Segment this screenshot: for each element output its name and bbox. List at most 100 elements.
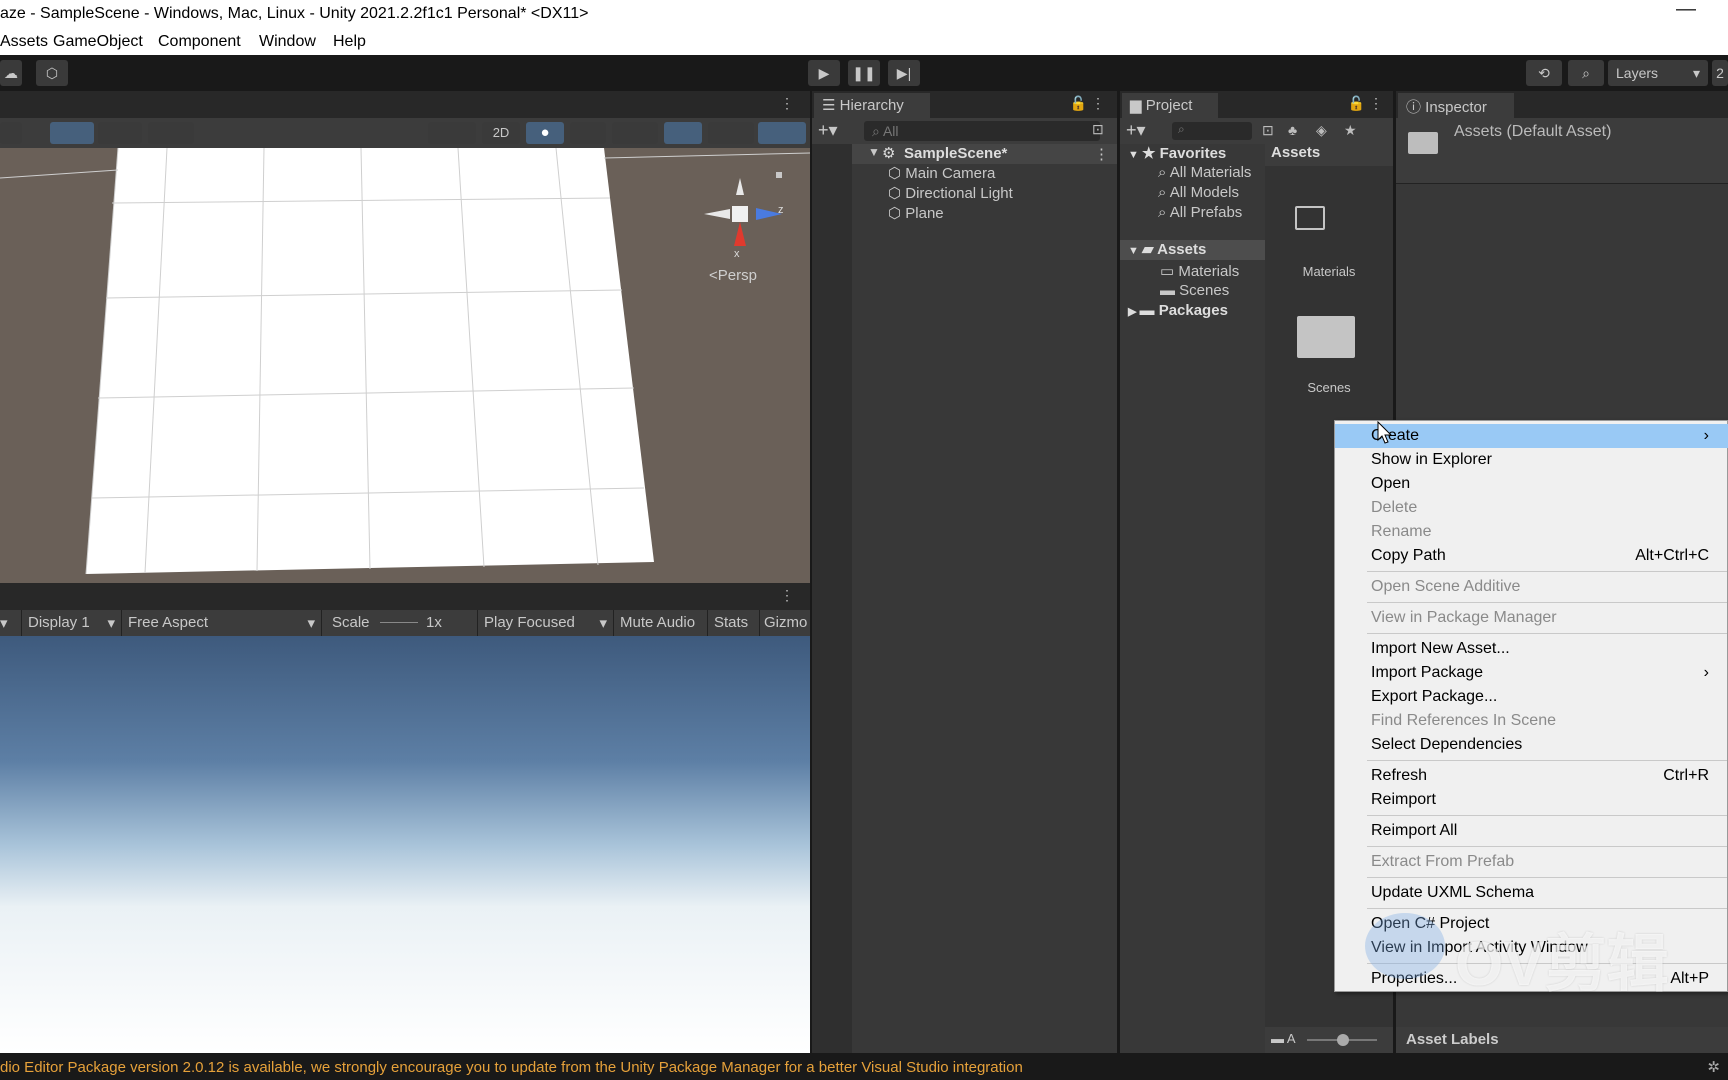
cloud-icon[interactable]: ☁ xyxy=(0,60,22,86)
menu-gameobject[interactable]: GameObject xyxy=(53,33,143,51)
mute-audio-button[interactable]: Mute Audio xyxy=(614,610,708,636)
menu-item-open-scene-additive[interactable]: Open Scene Additive xyxy=(1335,575,1728,599)
lock-icon[interactable]: 🔓 xyxy=(1070,95,1087,112)
menu-item-find-references[interactable]: Find References In Scene xyxy=(1335,709,1728,733)
search-icon[interactable]: ⌕ xyxy=(1568,60,1604,86)
packages-row[interactable]: ▶ ▬ Packages xyxy=(1128,302,1228,319)
menu-item-show-in-explorer[interactable]: Show in Explorer xyxy=(1335,448,1728,472)
menu-item-reimport[interactable]: Reimport xyxy=(1335,788,1728,812)
more-options-icon[interactable]: ⋮ xyxy=(780,587,794,604)
favorite-item[interactable]: ⌕ All Prefabs xyxy=(1158,204,1242,221)
menu-item-select-dependencies[interactable]: Select Dependencies xyxy=(1335,733,1728,757)
assets-row[interactable]: ▼ ▰ Assets xyxy=(1120,240,1265,260)
menu-item-update-uxml-schema[interactable]: Update UXML Schema xyxy=(1335,881,1728,905)
draw-mode-dropdown[interactable] xyxy=(0,122,22,144)
audio-icon[interactable] xyxy=(570,122,606,144)
gizmos-button[interactable]: Gizmo xyxy=(760,610,810,636)
search-filter-icon[interactable]: ⊡ xyxy=(1262,122,1274,139)
hierarchy-item[interactable]: ⬡ Main Camera xyxy=(888,164,995,182)
menu-item-rename[interactable]: Rename xyxy=(1335,520,1728,544)
aspect-dropdown[interactable]: Free Aspect ▾ xyxy=(122,610,322,636)
menu-item-copy-path[interactable]: Copy Path Alt+Ctrl+C xyxy=(1335,544,1728,568)
menu-item-extract-from-prefab[interactable]: Extract From Prefab xyxy=(1335,850,1728,874)
favorite-item[interactable]: ⌕ All Models xyxy=(1158,184,1239,201)
minimize-icon[interactable]: — xyxy=(1676,0,1696,21)
orientation-gizmo[interactable] xyxy=(704,172,782,246)
asset-labels-bar[interactable]: Asset Labels xyxy=(1396,1027,1728,1053)
project-search-input[interactable]: ⌕ xyxy=(1172,122,1252,140)
more-options-icon[interactable]: ⋮ xyxy=(1091,95,1105,112)
camera-icon[interactable] xyxy=(708,122,754,144)
display-dropdown[interactable]: Display 1 ▾ xyxy=(22,610,122,636)
more-options-icon[interactable]: ⋮ xyxy=(780,95,794,112)
hierarchy-search-input[interactable]: ⌕ All xyxy=(864,121,1100,141)
menu-item-delete[interactable]: Delete xyxy=(1335,496,1728,520)
star-icon[interactable]: ★ xyxy=(1344,122,1357,139)
favorite-item[interactable]: ⌕ All Materials xyxy=(1158,164,1251,181)
play-button[interactable]: ▶ xyxy=(808,60,840,86)
more-options-icon[interactable]: ⋮ xyxy=(1369,95,1383,112)
pause-button[interactable]: ❚❚ xyxy=(848,60,880,86)
folder-empty-icon[interactable] xyxy=(1295,206,1325,230)
more-options-icon[interactable]: ⋮ xyxy=(1094,145,1109,163)
menu-item-refresh[interactable]: Refresh Ctrl+R xyxy=(1335,764,1728,788)
menu-item-reimport-all[interactable]: Reimport All xyxy=(1335,819,1728,843)
game-dropdown[interactable]: ▾ xyxy=(0,610,22,636)
step-button[interactable]: ▶| xyxy=(888,60,920,86)
game-view[interactable] xyxy=(0,636,810,1053)
menu-item-shortcut: Ctrl+R xyxy=(1663,767,1709,784)
layout-dropdown[interactable]: 2 xyxy=(1712,60,1728,86)
tab-project[interactable]: ▆ Project xyxy=(1122,93,1218,118)
zoom-slider-thumb[interactable] xyxy=(1337,1034,1349,1046)
history-icon[interactable]: ⟲ xyxy=(1526,60,1562,86)
collab-icon[interactable]: ⬡ xyxy=(36,60,68,86)
hierarchy-item[interactable]: ⬡ Directional Light xyxy=(888,184,1013,202)
perspective-label[interactable]: <Persp xyxy=(709,267,757,284)
scene-row[interactable]: ▼ ⚙ SampleScene* ⋮ xyxy=(852,144,1117,164)
menu-item-open[interactable]: Open xyxy=(1335,472,1728,496)
tab-inspector[interactable]: ⓘ Inspector xyxy=(1398,93,1514,118)
menu-item-import-package[interactable]: Import Package › xyxy=(1335,661,1728,685)
label-filter-icon[interactable]: ◈ xyxy=(1316,122,1327,139)
hierarchy-item[interactable]: ⬡ Plane xyxy=(888,204,944,222)
scene-view[interactable]: z x <Persp xyxy=(0,148,810,583)
menu-item-create[interactable]: Create › xyxy=(1335,424,1728,448)
grid-item-label[interactable]: Scenes xyxy=(1265,380,1393,395)
gizmos-icon[interactable] xyxy=(758,122,806,144)
asset-breadcrumb[interactable]: Assets xyxy=(1265,140,1393,166)
grid-snap-icon[interactable] xyxy=(50,122,94,144)
lighting-icon[interactable]: ● xyxy=(526,122,564,144)
grid-item-label[interactable]: Materials xyxy=(1265,264,1393,279)
mode-2d-button[interactable]: 2D xyxy=(482,122,520,144)
status-bar[interactable]: dio Editor Package version 2.0.12 is ava… xyxy=(0,1056,1728,1080)
add-icon[interactable]: +▾ xyxy=(818,120,838,141)
scale-slider[interactable]: Scale 1x xyxy=(322,610,478,636)
asset-folder-row[interactable]: ▭ Materials xyxy=(1160,262,1239,280)
shading-dropdown[interactable] xyxy=(428,122,476,144)
menu-item-view-in-package-manager[interactable]: View in Package Manager xyxy=(1335,606,1728,630)
lock-icon[interactable]: 🔓 xyxy=(1348,95,1365,112)
scene-visibility-icon[interactable] xyxy=(664,122,702,144)
layers-dropdown[interactable]: Layers ▾ xyxy=(1608,60,1708,86)
type-filter-icon[interactable]: ♣ xyxy=(1288,122,1297,138)
expand-arrow-icon[interactable]: ▼ xyxy=(868,145,880,159)
effects-icon[interactable] xyxy=(612,122,658,144)
increment-snap-icon[interactable] xyxy=(148,122,194,144)
hierarchy-panel: +▾ ⌕ All ⊡ ▼ ⚙ SampleScene* ⋮ ⬡ Main Cam… xyxy=(812,118,1117,1053)
stats-button[interactable]: Stats xyxy=(708,610,760,636)
debug-icon[interactable]: ✲ xyxy=(1707,1058,1720,1076)
asset-folder-row[interactable]: ▬ Scenes xyxy=(1160,282,1229,299)
add-icon[interactable]: +▾ xyxy=(1126,120,1146,141)
menu-assets[interactable]: Assets xyxy=(0,33,48,51)
play-mode-dropdown[interactable]: Play Focused ▾ xyxy=(478,610,614,636)
menu-item-import-new-asset[interactable]: Import New Asset... xyxy=(1335,637,1728,661)
menu-component[interactable]: Component xyxy=(158,33,241,51)
search-filter-icon[interactable]: ⊡ xyxy=(1092,121,1104,138)
folder-filled-icon[interactable] xyxy=(1297,316,1355,358)
menu-help[interactable]: Help xyxy=(333,33,366,51)
menu-item-export-package[interactable]: Export Package... xyxy=(1335,685,1728,709)
tab-hierarchy[interactable]: ☰ Hierarchy xyxy=(814,93,930,118)
grid-visibility-icon[interactable] xyxy=(98,122,142,144)
favorites-row[interactable]: ▼ ★ Favorites xyxy=(1128,144,1226,162)
menu-window[interactable]: Window xyxy=(259,33,316,51)
